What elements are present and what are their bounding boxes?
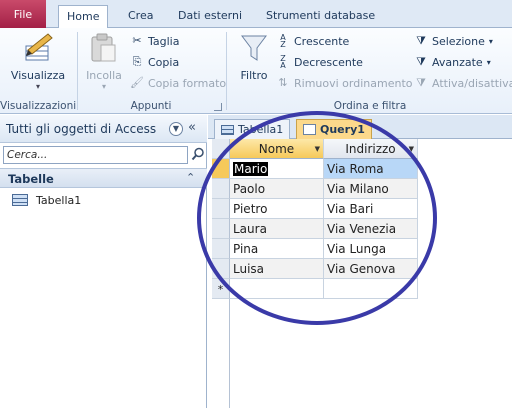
format-painter-label: Copia formato [148,76,227,90]
sort-descending-icon: ZA [280,54,286,70]
paste-label: Incolla [86,69,122,82]
sort-ascending-icon: AZ [280,33,286,49]
toggle-filter-icon: ⧩ [416,76,426,89]
advanced-label: Avanzate [432,55,483,69]
ribbon-tab-bar: File Home Crea Dati esterni Strumenti da… [0,0,512,29]
group-views: Visualizza ▾ Visualizzazioni [0,28,76,114]
category-label: Tabelle [8,172,54,186]
advanced-button[interactable]: ⧩ Avanzate ▾ [414,53,491,71]
cut-button[interactable]: ✂ Taglia [130,32,179,50]
format-painter-button[interactable]: 🖌 Copia formato [130,74,226,92]
search-input[interactable]: Cerca... [3,146,188,164]
selection-filter-icon: ⧩ [416,34,426,47]
nav-item-tabella1[interactable]: Tabella1 [12,190,81,210]
view-label: Visualizza [10,69,66,82]
toggle-filter-button[interactable]: ⧩ Attiva/disattiva [414,74,512,92]
toggle-filter-label: Attiva/disattiva [432,76,512,90]
chevron-down-icon: ▾ [488,36,493,46]
sort-ascending-button[interactable]: AZ Crescente [276,32,349,50]
paintbrush-icon: 🖌 [130,76,144,89]
scissors-icon: ✂ [132,34,142,47]
tab-home[interactable]: Home [58,5,109,29]
document-area: Tabella1 Query1 Nome ▼ Indirizzo ▼ Mario… [197,111,512,408]
sort-descending-label: Decrescente [294,55,363,69]
chevron-down-icon: ▾ [101,82,106,91]
view-button[interactable]: Visualizza ▾ [8,32,68,91]
selection-label: Selezione [432,34,485,48]
copy-label: Copia [148,55,180,69]
sort-descending-button[interactable]: ZA Decrescente [276,53,363,71]
nav-item-label: Tabella1 [36,193,82,207]
copy-button[interactable]: ⎘ Copia [130,53,180,71]
access-window: File Home Crea Dati esterni Strumenti da… [0,0,512,408]
tab-database-tools[interactable]: Strumenti database [258,5,383,28]
sort-ascending-label: Crescente [294,34,350,48]
copy-icon: ⎘ [132,55,142,68]
navigation-pane: Tutti gli oggetti di Access ▼ « Cerca...… [0,115,207,408]
navigation-pane-title: Tutti gli oggetti di Access [6,122,157,136]
chevron-down-icon: ▾ [486,57,491,67]
navigation-pane-header[interactable]: Tutti gli oggetti di Access ▼ « [0,115,207,143]
selection-button[interactable]: ⧩ Selezione ▾ [414,32,493,50]
cut-label: Taglia [148,34,180,48]
table-icon [12,194,28,206]
remove-sort-label: Rimuovi ordinamento [294,76,413,90]
advanced-filter-icon: ⧩ [416,55,426,68]
funnel-icon [241,35,267,61]
paste-button[interactable]: Incolla ▾ [82,32,126,91]
chevron-down-icon: ▾ [35,82,40,91]
tab-create[interactable]: Crea [120,5,161,28]
tab-external-data[interactable]: Dati esterni [170,5,250,28]
category-header-tables[interactable]: Tabelle ⌃ [0,168,207,188]
view-icon [25,33,53,61]
filter-button[interactable]: Filtro [234,32,274,82]
chevron-down-icon[interactable]: ▼ [169,122,183,136]
remove-sort-icon: ⇅ [278,76,288,89]
remove-sort-button[interactable]: ⇅ Rimuovi ordinamento [276,74,413,92]
paste-icon [91,33,116,62]
group-views-label: Visualizzazioni [0,100,77,112]
filter-label: Filtro [240,69,268,82]
annotation-circle [197,111,437,325]
tab-file[interactable]: File [0,0,46,28]
